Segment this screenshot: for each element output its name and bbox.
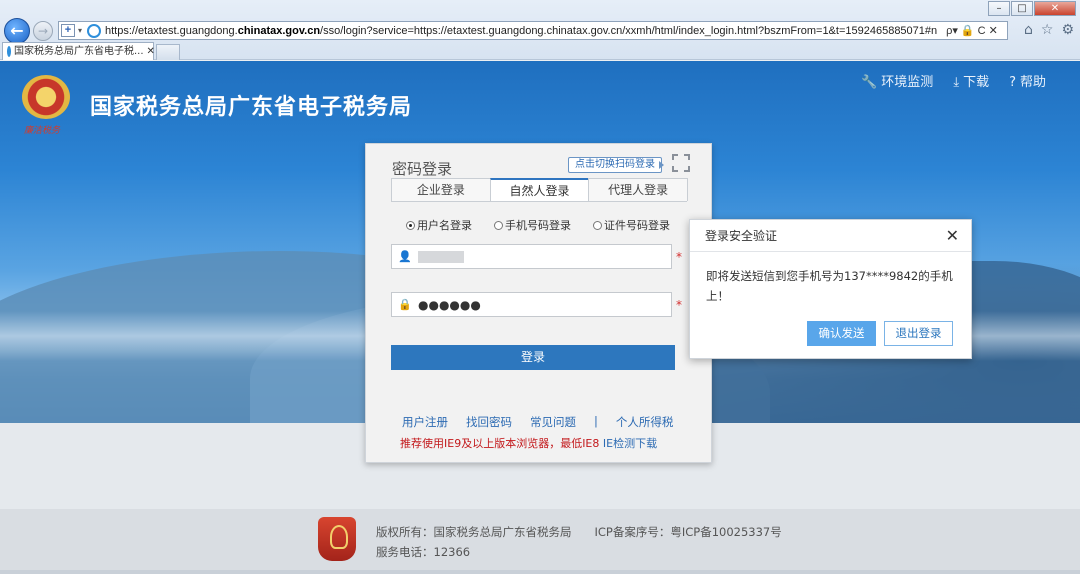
dialog-header: 登录安全验证 ✕ — [690, 220, 971, 252]
browser-tools: ⌂ ☆ ⚙ — [1024, 22, 1074, 38]
download-icon: ⤓ — [953, 75, 960, 90]
compat-icon[interactable]: + — [61, 24, 75, 37]
new-tab-button[interactable] — [156, 44, 180, 60]
password-value: ●●●●●● — [418, 297, 481, 312]
url-prefix: https://etaxtest.guangdong. — [105, 24, 238, 37]
gear-icon[interactable]: ⚙ — [1061, 22, 1074, 38]
dialog-message: 即将发送短信到您手机号为137****9842的手机上！ — [706, 269, 953, 303]
maximize-button[interactable]: □ — [1011, 1, 1033, 16]
radio-phone[interactable]: 手机号码登录 — [494, 217, 571, 233]
nav-download[interactable]: ⤓ 下载 — [953, 71, 989, 90]
required-mark: * — [676, 250, 682, 264]
recover-password-link[interactable]: 找回密码 — [466, 414, 512, 430]
notice-text: 推荐使用IE9及以上版本浏览器，最低IE8 — [400, 437, 600, 450]
url-rest: /sso/login?service=https://etaxtest.guan… — [320, 24, 937, 37]
radio-label: 手机号码登录 — [505, 219, 571, 232]
radio-label: 证件号码登录 — [604, 219, 670, 232]
lock-icon: 🔒 — [398, 298, 412, 311]
ie-favicon-icon — [7, 46, 11, 57]
close-window-button[interactable]: ✕ — [1034, 1, 1076, 16]
url-host: chinatax.gov.cn — [237, 24, 321, 37]
radio-dot-icon — [494, 220, 503, 230]
nav-label: 帮助 — [1019, 75, 1046, 90]
redacted-username — [418, 250, 464, 263]
radio-dot-icon — [593, 220, 602, 230]
login-links: 用户注册 找回密码 常见问题 | 个人所得税 — [402, 414, 673, 430]
window-controls: – □ ✕ — [987, 1, 1076, 16]
footer — [0, 509, 1080, 574]
browser-notice: 推荐使用IE9及以上版本浏览器，最低IE8 IE检测下载 — [400, 435, 657, 451]
close-icon[interactable]: ✕ — [946, 220, 959, 252]
faq-link[interactable]: 常见问题 — [530, 414, 576, 430]
login-card: 密码登录 点击切换扫码登录 企业登录 自然人登录 代理人登录 用户名登录 手机号… — [365, 143, 712, 463]
url-text[interactable]: https://etaxtest.guangdong.chinatax.gov.… — [105, 25, 937, 37]
top-nav: 🔧 环境监测 ⤓ 下载 ? 帮助 — [861, 71, 1046, 90]
link-separator: | — [594, 414, 598, 428]
login-title: 密码登录 — [392, 160, 453, 178]
star-icon[interactable]: ☆ — [1041, 22, 1054, 38]
footer-badge-icon — [318, 517, 356, 561]
nav-env-check[interactable]: 🔧 环境监测 — [861, 71, 933, 90]
radio-label: 用户名登录 — [417, 219, 472, 232]
username-input[interactable]: 👤 — [391, 244, 672, 269]
back-button[interactable]: ← — [4, 18, 30, 44]
site-title: 国家税务总局广东省电子税务局 — [90, 95, 413, 120]
login-button[interactable]: 登录 — [391, 345, 675, 370]
footer-phone: 服务电话：12366 — [376, 545, 471, 559]
ie-page-icon — [87, 23, 101, 38]
tab-individual[interactable]: 自然人登录 — [489, 178, 590, 201]
forward-button[interactable]: → — [33, 21, 53, 41]
chevron-down-icon[interactable]: ▾ — [75, 26, 85, 35]
radio-dot-icon — [406, 220, 415, 230]
qr-code-icon[interactable] — [672, 154, 690, 172]
password-input[interactable]: 🔒 ●●●●●● — [391, 292, 672, 317]
logout-button[interactable]: 退出登录 — [884, 321, 953, 346]
tab-agent[interactable]: 代理人登录 — [588, 178, 689, 201]
qr-switch-button[interactable]: 点击切换扫码登录 — [568, 157, 664, 173]
confirm-send-button[interactable]: 确认发送 — [807, 321, 876, 346]
login-method-radios: 用户名登录 手机号码登录 证件号码登录 — [406, 217, 670, 233]
emblem-subtitle: 廉洁税务 — [24, 126, 61, 136]
browser-tab[interactable]: 国家税务总局广东省电子税... ✕ — [2, 42, 155, 60]
browser-chrome: – □ ✕ ← → + ▾ https://etaxtest.guangdong… — [0, 0, 1080, 60]
tool-icon: 🔧 — [861, 75, 878, 90]
login-type-tabs: 企业登录 自然人登录 代理人登录 — [391, 178, 689, 202]
security-verify-dialog: 登录安全验证 ✕ 即将发送短信到您手机号为137****9842的手机上！ 确认… — [689, 219, 972, 359]
address-tools[interactable]: ρ▾ 🔒 C ✕ — [937, 24, 1007, 37]
footer-copyright: 版权所有：国家税务总局广东省税务局 ICP备案序号：粤ICP备10025337号 — [376, 525, 782, 539]
nav-label: 下载 — [963, 75, 990, 90]
home-icon[interactable]: ⌂ — [1024, 22, 1033, 38]
dialog-title: 登录安全验证 — [705, 229, 778, 243]
address-bar[interactable]: + ▾ https://etaxtest.guangdong.chinatax.… — [58, 21, 1008, 40]
bottom-strip — [0, 570, 1080, 574]
page: 廉洁税务 国家税务总局广东省电子税务局 🔧 环境监测 ⤓ 下载 ? 帮助 密码登录 点… — [0, 61, 1080, 574]
tab-enterprise[interactable]: 企业登录 — [391, 178, 491, 201]
minimize-button[interactable]: – — [988, 1, 1010, 16]
nav-help[interactable]: ? 帮助 — [1009, 71, 1046, 90]
ie-check-download-link[interactable]: IE检测下载 — [603, 437, 657, 450]
tax-emblem-icon — [22, 75, 70, 119]
dialog-buttons: 确认发送 退出登录 — [807, 321, 953, 346]
help-icon: ? — [1009, 75, 1016, 90]
radio-id-number[interactable]: 证件号码登录 — [593, 217, 670, 233]
close-tab-icon[interactable]: ✕ — [147, 44, 155, 60]
tab-title: 国家税务总局广东省电子税... — [14, 45, 144, 57]
personal-income-tax-link[interactable]: 个人所得税 — [616, 414, 674, 430]
required-mark: * — [676, 298, 682, 312]
user-icon: 👤 — [398, 250, 412, 263]
radio-username[interactable]: 用户名登录 — [406, 217, 472, 233]
nav-label: 环境监测 — [881, 75, 934, 90]
register-link[interactable]: 用户注册 — [402, 414, 448, 430]
